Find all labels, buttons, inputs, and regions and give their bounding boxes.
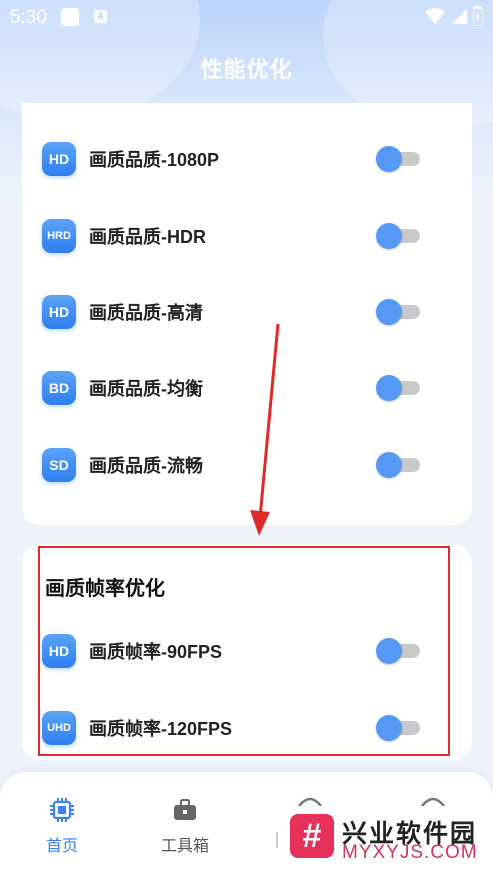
signal-icon xyxy=(452,9,467,24)
notification-square-icon xyxy=(61,8,79,26)
toggle-hd[interactable] xyxy=(376,299,422,325)
list-item-quality-balanced: BD 画质品质-均衡 xyxy=(42,368,422,408)
watermark: # 兴业软件园 MYXYJS.COM xyxy=(278,808,493,876)
toggle-hdr[interactable] xyxy=(376,223,422,249)
wifi-icon xyxy=(425,8,445,24)
status-icons xyxy=(425,6,483,26)
nav-item-toolbox[interactable]: 工具箱 xyxy=(145,796,225,856)
list-item-quality-hd: HD 画质品质-高清 xyxy=(42,292,422,332)
nav-item-home[interactable]: 首页 xyxy=(22,796,102,856)
nav-item-partial-icon xyxy=(298,797,322,806)
watermark-url: MYXYJS.COM xyxy=(342,842,478,863)
toolbox-icon xyxy=(174,799,196,820)
page-title: 性能优化 xyxy=(200,57,293,82)
annotation-arrow-icon xyxy=(250,323,280,536)
list-item-quality-hdr: HRD 画质品质-HDR xyxy=(42,216,422,256)
row-label: 画质品质-均衡 xyxy=(89,379,203,399)
sd-badge-icon: SD xyxy=(42,448,76,482)
watermark-logo-icon: # xyxy=(290,814,334,858)
row-label: 画质品质-HDR xyxy=(89,227,206,247)
hd-badge-icon: HD xyxy=(42,295,76,329)
list-item-quality-1080p: HD 画质品质-1080P xyxy=(42,139,422,179)
nav-item-partial-icon xyxy=(421,797,445,806)
toggle-1080p[interactable] xyxy=(376,146,422,172)
nav-label: 首页 xyxy=(45,838,78,855)
toggle-smooth[interactable] xyxy=(376,452,422,478)
row-label: 画质品质-高清 xyxy=(89,303,203,323)
list-item-quality-smooth: SD 画质品质-流畅 xyxy=(42,445,422,485)
row-label: 画质品质-流畅 xyxy=(89,456,203,476)
status-bar: 5:30 A xyxy=(0,0,493,34)
row-label: 画质品质-1080P xyxy=(89,150,220,170)
hrd-badge-icon: HRD xyxy=(42,219,76,253)
bd-badge-icon: BD xyxy=(42,371,76,405)
nav-label: 工具箱 xyxy=(160,838,209,855)
chip-icon xyxy=(50,798,74,822)
toggle-balanced[interactable] xyxy=(376,375,422,401)
battery-icon xyxy=(473,6,483,26)
status-time: 5:30 xyxy=(10,7,47,28)
hd-badge-icon: HD xyxy=(42,142,76,176)
highlight-box xyxy=(38,546,450,756)
notification-a-icon: A xyxy=(94,10,107,23)
